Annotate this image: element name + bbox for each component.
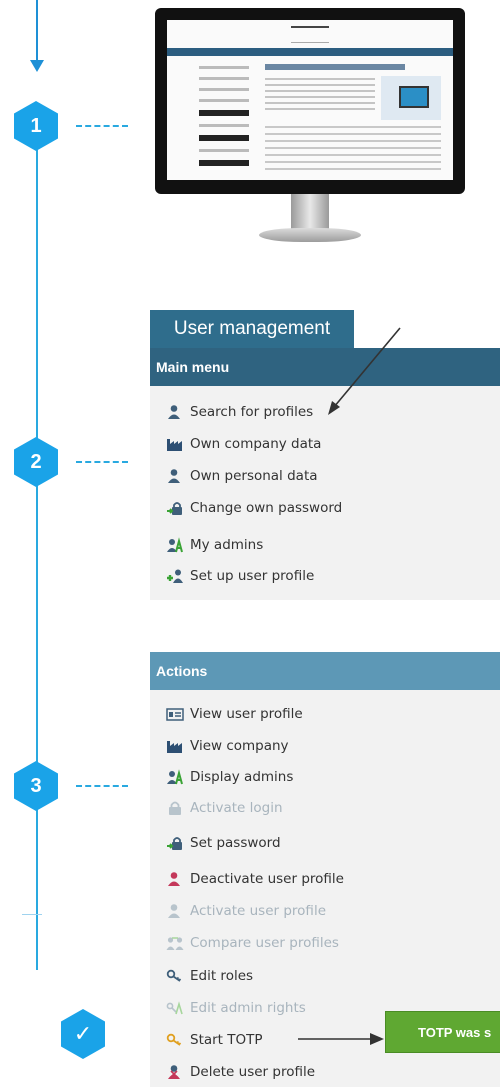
monitor-stand — [291, 194, 329, 230]
action-view-company[interactable]: View company — [166, 736, 289, 756]
lock-arrow-icon — [166, 500, 184, 516]
admin-icon — [166, 537, 184, 553]
step-1-badge: 1 — [13, 100, 59, 152]
actions-header-label: Actions — [156, 663, 208, 679]
action-start-totp[interactable]: Start TOTP — [166, 1030, 263, 1050]
key-icon — [166, 968, 184, 984]
user-management-tab-label: User management — [173, 318, 331, 339]
key-yellow-icon — [166, 1032, 184, 1048]
main-menu-header-label: Main menu — [156, 359, 230, 375]
action-delete-user-profile[interactable]: Delete user profile — [166, 1062, 315, 1082]
action-label: Edit admin rights — [190, 1000, 306, 1016]
screen-picture — [381, 76, 441, 120]
step-3-badge: 3 — [13, 760, 59, 812]
pointer-arrow-icon — [328, 327, 401, 415]
action-label: View user profile — [190, 706, 303, 722]
lock-arrow-icon — [166, 835, 184, 851]
check-badge: ✓ — [60, 1008, 106, 1060]
monitor-screen — [167, 20, 453, 180]
monitor-bezel — [155, 8, 465, 194]
screen-text — [265, 78, 375, 114]
add-person-icon — [166, 568, 184, 584]
action-edit-roles[interactable]: Edit roles — [166, 966, 253, 986]
action-label: Set password — [190, 835, 281, 851]
action-display-admins[interactable]: Display admins — [166, 767, 293, 787]
factory-icon — [166, 436, 184, 452]
step-1-connector — [76, 125, 128, 127]
action-activate-login[interactable]: Activate login — [166, 798, 283, 818]
keys-icon — [166, 1000, 184, 1016]
compare-icon — [166, 935, 184, 951]
screen-text-2 — [265, 126, 441, 175]
action-label: View company — [190, 738, 289, 754]
menu-item-label: My admins — [190, 537, 264, 553]
menu-item-search-for-profiles[interactable]: Search for profiles — [166, 402, 313, 422]
admin-icon — [166, 769, 184, 785]
factory-icon — [166, 738, 184, 754]
totp-success-toast: TOTP was s — [385, 1011, 500, 1053]
step-3-number: 3 — [30, 774, 42, 797]
person-icon — [166, 903, 184, 919]
action-view-user-profile[interactable]: View user profile — [166, 704, 303, 724]
menu-item-own-company-data[interactable]: Own company data — [166, 434, 321, 454]
monitor-illustration — [155, 8, 465, 244]
action-label: Delete user profile — [190, 1064, 316, 1080]
id-card-icon — [166, 706, 184, 722]
menu-item-label: Own personal data — [190, 468, 318, 484]
step-2-connector — [76, 461, 128, 463]
step-3-connector — [76, 785, 128, 787]
person-red-icon — [166, 871, 184, 887]
action-activate-user-profile[interactable]: Activate user profile — [166, 901, 326, 921]
action-label: Start TOTP — [190, 1032, 263, 1048]
menu-item-own-personal-data[interactable]: Own personal data — [166, 466, 318, 486]
monitor-base — [259, 228, 361, 242]
lock-icon — [166, 800, 184, 816]
screen-navbar — [167, 48, 453, 56]
screen-logo — [291, 26, 329, 43]
menu-item-my-admins[interactable]: My admins — [166, 535, 263, 555]
arrow-down-icon — [30, 60, 44, 72]
action-edit-admin-rights[interactable]: Edit admin rights — [166, 998, 306, 1018]
person-icon — [166, 404, 184, 420]
person-delete-icon — [166, 1064, 184, 1080]
arrow-right-icon — [298, 1033, 384, 1045]
screen-title-line — [265, 64, 405, 70]
person-icon — [166, 468, 184, 484]
menu-item-label: Change own password — [190, 500, 343, 516]
menu-item-label: Own company data — [190, 436, 322, 452]
step-2-number: 2 — [30, 450, 42, 473]
timeline-tick — [22, 914, 42, 915]
action-label: Edit roles — [190, 968, 254, 984]
action-label: Activate login — [190, 800, 283, 816]
menu-item-label: Search for profiles — [190, 404, 314, 420]
action-label: Deactivate user profile — [190, 871, 344, 887]
action-compare-user-profiles[interactable]: Compare user profiles — [166, 933, 339, 953]
action-deactivate-user-profile[interactable]: Deactivate user profile — [166, 869, 344, 889]
toast-text: TOTP was s — [418, 1024, 492, 1040]
check-icon: ✓ — [73, 1021, 93, 1047]
action-label: Compare user profiles — [190, 935, 339, 951]
menu-item-change-own-password[interactable]: Change own password — [166, 498, 342, 518]
action-label: Display admins — [190, 769, 294, 785]
step-1-number: 1 — [30, 114, 42, 137]
step-2-badge: 2 — [13, 436, 59, 488]
action-set-password[interactable]: Set password — [166, 833, 281, 853]
timeline-line — [36, 150, 38, 970]
actions-header: Actions — [150, 652, 500, 690]
action-label: Activate user profile — [190, 903, 326, 919]
menu-item-set-up-user-profile[interactable]: Set up user profile — [166, 566, 314, 586]
screen-sidebar — [199, 66, 249, 174]
menu-item-label: Set up user profile — [190, 568, 315, 584]
timeline-arrow-line — [36, 0, 38, 62]
